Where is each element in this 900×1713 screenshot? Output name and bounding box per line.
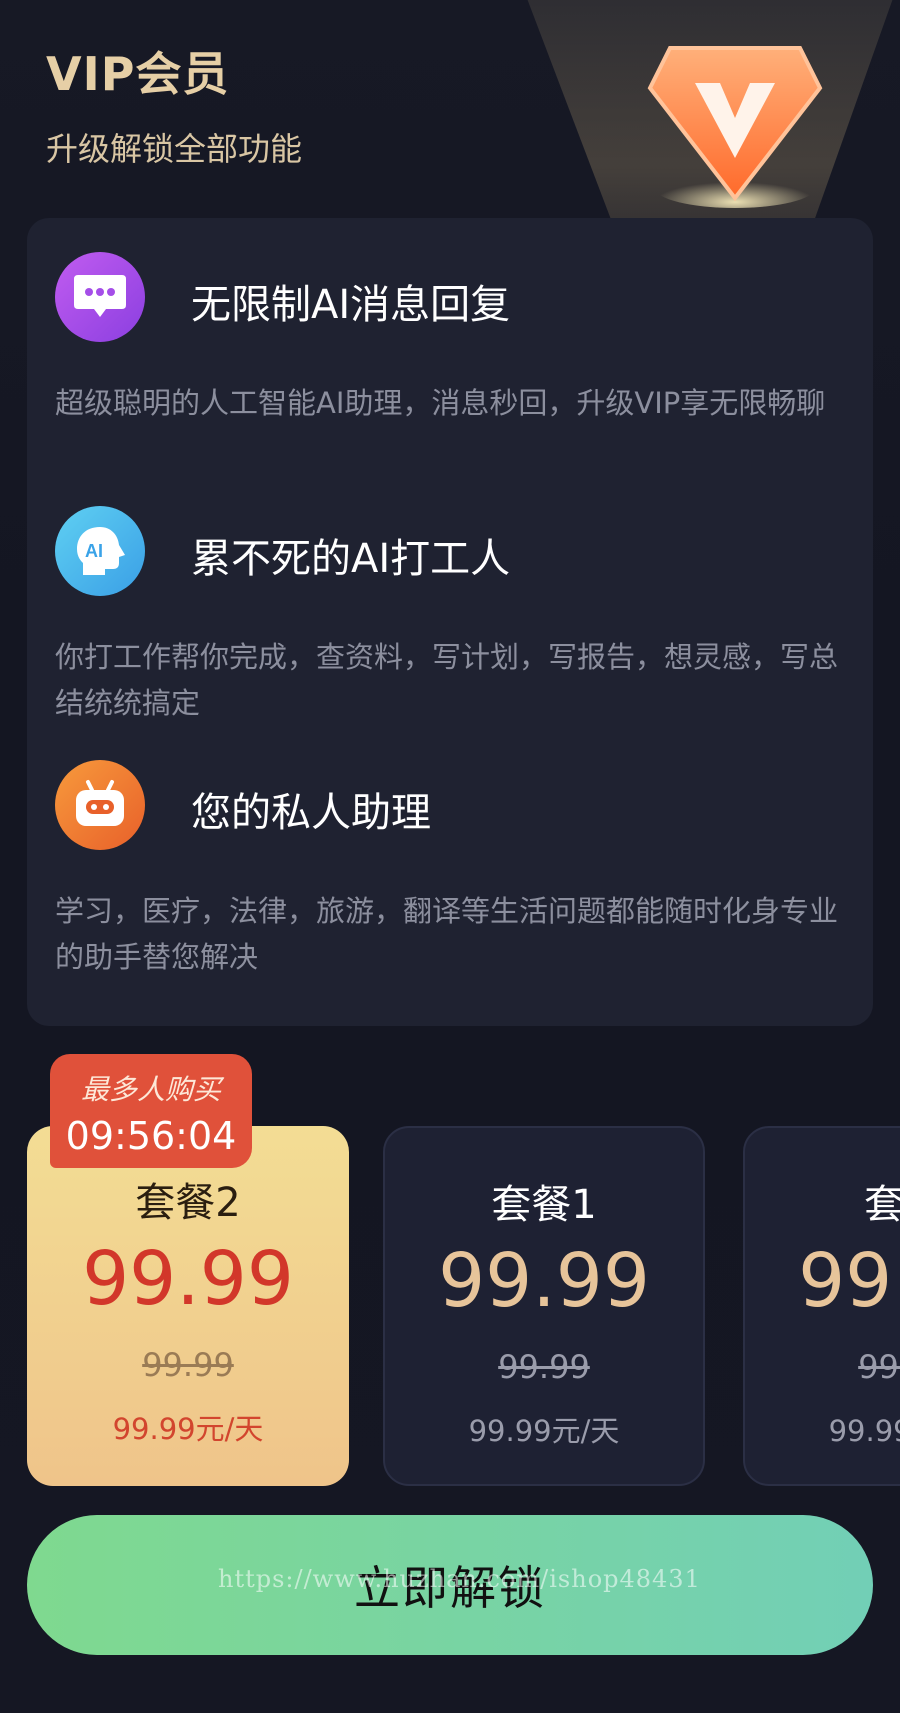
vip-diamond-badge-icon xyxy=(647,46,823,208)
feature-desc: 你打工作帮你完成，查资料，写计划，写报告，想灵感，写总结统统搞定 xyxy=(55,640,839,720)
plan-original-price: 99.99 xyxy=(858,1348,900,1386)
watermark-text: https://www.huzhan.com/ishop48431 xyxy=(218,1565,701,1593)
feature-desc: 超级聪明的人工智能AI助理，消息秒回，升级VIP享无限畅聊 xyxy=(55,386,826,420)
feature-title: 累不死的AI打工人 xyxy=(191,536,511,582)
plan-name: 套餐2 xyxy=(135,1180,241,1226)
svg-text:AI: AI xyxy=(85,541,103,561)
features-card: 无限制AI消息回复 超级聪明的人工智能AI助理，消息秒回，升级VIP享无限畅聊 … xyxy=(27,218,873,1026)
feature-title: 无限制AI消息回复 xyxy=(191,282,511,328)
plan-price: 99.99 xyxy=(798,1238,900,1324)
plan-name: 套餐 xyxy=(864,1182,900,1228)
plan-original-price: 99.99 xyxy=(142,1346,234,1384)
plan-card[interactable]: 套餐1 99.99 99.99 99.99元/天 xyxy=(383,1126,705,1486)
most-popular-tag: 最多人购买 09:56:04 xyxy=(50,1054,252,1168)
promo-label: 最多人购买 xyxy=(80,1073,221,1106)
ai-head-icon: AI xyxy=(55,506,145,596)
feature-desc: 学习，医疗，法律，旅游，翻译等生活问题都能随时化身专业的助手替您解决 xyxy=(55,894,839,974)
vip-page: VIP会员 升级解锁全部功能 无限制AI消息回复 超级聪明的人工智能AI助理，消… xyxy=(0,0,900,1713)
plan-daily-price: 99.99元/天 xyxy=(468,1414,620,1448)
page-title: VIP会员 xyxy=(46,47,230,101)
feature-title: 您的私人助理 xyxy=(191,790,431,836)
plan-price: 99.99 xyxy=(82,1236,294,1322)
chat-bubble-icon xyxy=(55,252,145,342)
plan-name: 套餐1 xyxy=(491,1182,597,1228)
plan-daily-price: 99.99元/天 xyxy=(828,1414,900,1448)
countdown-timer: 09:56:04 xyxy=(65,1114,237,1158)
plan-price: 99.99 xyxy=(438,1238,650,1324)
robot-icon xyxy=(55,760,145,850)
plan-original-price: 99.99 xyxy=(498,1348,590,1386)
page-subtitle: 升级解锁全部功能 xyxy=(46,130,303,168)
plan-card[interactable]: 套餐 99.99 99.99 99.99元/天 xyxy=(743,1126,900,1486)
plan-daily-price: 99.99元/天 xyxy=(112,1412,264,1446)
plan-card-selected[interactable]: 套餐2 99.99 99.99 99.99元/天 xyxy=(27,1126,349,1486)
